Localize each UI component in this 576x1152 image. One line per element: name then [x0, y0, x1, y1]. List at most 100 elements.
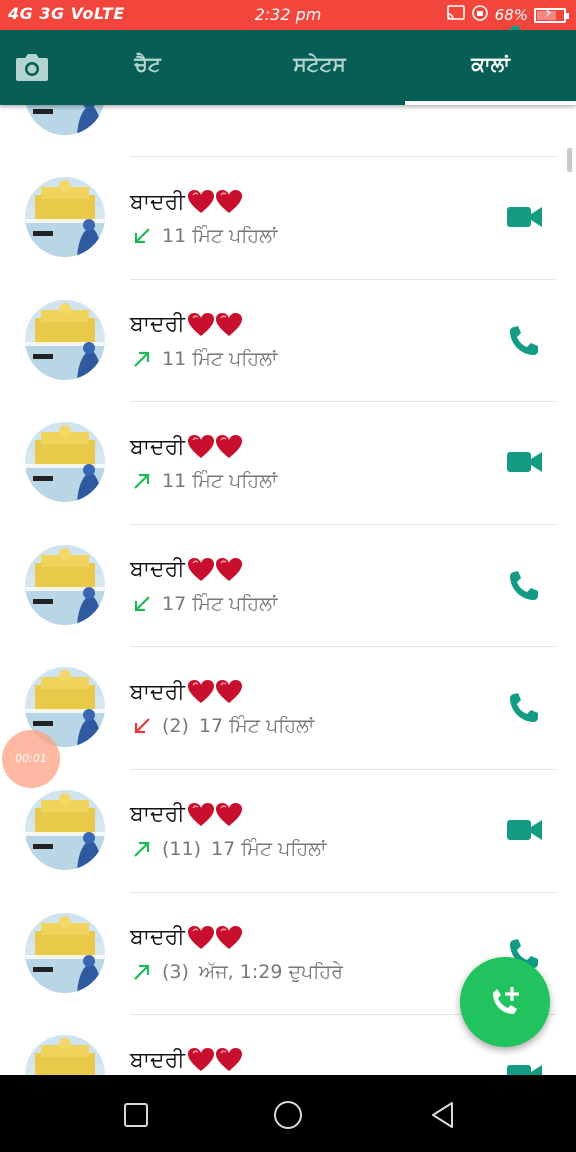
- contact-name-text: ਬਾਦਰੀ: [130, 434, 185, 460]
- call-meta: 11 ਮਿੰਟ ਪਹਿਲਾਂ: [132, 470, 277, 492]
- screen-recorder-bubble[interactable]: 00:01: [2, 730, 60, 788]
- call-time: 11 ਮਿੰਟ ਪਹਿਲਾਂ: [162, 347, 278, 370]
- call-meta: (11) 17 ਮਿੰਟ ਪਹਿਲਾਂ: [132, 838, 326, 860]
- tab-chats[interactable]: ਚੈਟ: [60, 52, 235, 82]
- call-meta: 17 ਮਿੰਟ ਪਹਿਲਾਂ: [132, 593, 277, 615]
- data-saver-icon: [471, 4, 489, 26]
- contact-name: ਬਾਦਰੀ: [130, 312, 243, 338]
- outgoing-call-arrow-icon: [132, 471, 152, 491]
- incoming-call-arrow-icon: [132, 226, 152, 246]
- avatar[interactable]: [25, 177, 105, 257]
- heart-icon: [215, 189, 243, 215]
- call-row[interactable]: ਬਾਦਰੀ (11) 17 ਮਿੰਟ ਪਹਿਲਾਂ: [0, 770, 576, 893]
- home-icon[interactable]: [270, 1097, 306, 1133]
- new-call-button[interactable]: [460, 957, 550, 1047]
- tab-calls[interactable]: ਕਾਲਾਂ: [405, 52, 576, 82]
- contact-name-text: ਬਾਦਰੀ: [130, 189, 185, 215]
- tab-indicator: [405, 101, 576, 105]
- back-icon[interactable]: [425, 1097, 461, 1133]
- heart-icon: [187, 557, 215, 583]
- heart-icon: [215, 557, 243, 583]
- videocam-icon[interactable]: [506, 814, 544, 846]
- hearts-emoji: [187, 434, 243, 460]
- tab-status[interactable]: ਸਟੇਟਸ: [232, 52, 407, 82]
- heart-icon: [215, 802, 243, 828]
- heart-icon: [187, 434, 215, 460]
- call-time: 11 ਮਿੰਟ ਪਹਿਲਾਂ: [162, 225, 278, 247]
- heart-icon: [187, 679, 215, 705]
- call-count: (2): [162, 715, 189, 738]
- contact-name: ਬਾਦਰੀ: [130, 1047, 243, 1073]
- hearts-emoji: [187, 802, 243, 828]
- hearts-emoji: [187, 1047, 243, 1073]
- camera-icon[interactable]: [14, 50, 50, 84]
- avatar[interactable]: [25, 789, 105, 870]
- contact-name: ਬਾਦਰੀ: [130, 557, 243, 583]
- cast-icon: [446, 5, 465, 25]
- heart-icon: [187, 312, 215, 338]
- hearts-emoji: [187, 557, 243, 583]
- charging-icon: ⚡: [544, 5, 554, 21]
- avatar[interactable]: [25, 299, 105, 380]
- contact-name-text: ਬਾਦਰੀ: [130, 312, 185, 338]
- contact-name-text: ਬਾਦਰੀ: [130, 802, 185, 828]
- hearts-emoji: [187, 925, 243, 951]
- call-time: 17 ਮਿੰਟ ਪਹਿਲਾਂ: [162, 592, 278, 615]
- call-row[interactable]: ਬਾਦਰੀ (2) 17 ਮਿੰਟ ਪਹਿਲਾਂ: [0, 647, 576, 770]
- heart-icon: [215, 312, 243, 338]
- app-header: ਚੈਟ ਸਟੇਟਸ ਕਾਲਾਂ: [0, 30, 576, 105]
- heart-icon: [187, 1047, 215, 1073]
- heart-icon: [215, 925, 243, 951]
- missed-call-arrow-icon: [132, 716, 152, 736]
- heart-icon: [215, 1047, 243, 1073]
- call-count: (11): [162, 837, 202, 860]
- call-row[interactable]: ਬਾਦਰੀ 17 ਮਿੰਟ ਪਹਿਲਾਂ: [0, 525, 576, 648]
- battery-icon: ⚡: [534, 5, 569, 23]
- scrollbar[interactable]: [567, 148, 572, 172]
- navigation-bar: [0, 1075, 576, 1152]
- heart-icon: [215, 434, 243, 460]
- new-call-icon: [493, 987, 519, 1014]
- heart-icon: [187, 189, 215, 215]
- contact-name: ਬਾਦਰੀ: [130, 679, 243, 705]
- phone-icon[interactable]: [506, 569, 544, 601]
- phone-icon[interactable]: [506, 324, 544, 356]
- contact-name-text: ਬਾਦਰੀ: [130, 925, 185, 951]
- contact-name-text: ਬਾਦਰੀ: [130, 557, 185, 583]
- avatar[interactable]: [25, 544, 105, 625]
- call-meta: 11 ਮਿੰਟ ਪਹਿਲਾਂ: [132, 225, 277, 247]
- call-row[interactable]: ਬਾਦਰੀ 11 ਮਿੰਟ ਪਹਿਲਾਂ: [0, 157, 576, 280]
- call-count: (3): [162, 960, 189, 983]
- status-bar: 4G 3G VoLTE 2:32 pm 68% ⚡: [0, 0, 576, 30]
- outgoing-call-arrow-icon: [132, 839, 152, 859]
- avatar[interactable]: [25, 422, 105, 503]
- call-time: 11 ਮਿੰਟ ਪਹਿਲਾਂ: [162, 470, 278, 493]
- videocam-icon[interactable]: [506, 446, 544, 478]
- heart-icon: [187, 802, 215, 828]
- recent-apps-icon[interactable]: [118, 1097, 154, 1133]
- contact-name: ਬਾਦਰੀ: [130, 925, 243, 951]
- contact-name: ਬਾਦਰੀ: [130, 189, 243, 215]
- contact-name-text: ਬਾਦਰੀ: [130, 679, 185, 705]
- heart-icon: [187, 925, 215, 951]
- phone-icon[interactable]: [506, 691, 544, 723]
- contact-name: ਬਾਦਰੀ: [130, 802, 243, 828]
- call-meta: 11 ਮਿੰਟ ਪਹਿਲਾਂ: [132, 348, 277, 370]
- hearts-emoji: [187, 189, 243, 215]
- call-row[interactable]: ਬਾਦਰੀ 11 ਮਿੰਟ ਪਹਿਲਾਂ: [0, 402, 576, 525]
- contact-name: ਬਾਦਰੀ: [130, 434, 243, 460]
- call-meta: (3) ਅੱਜ, 1:29 ਦੁਪਹਿਰੇ: [132, 961, 343, 983]
- outgoing-call-arrow-icon: [132, 962, 152, 982]
- outgoing-call-arrow-icon: [132, 349, 152, 369]
- call-time: 17 ਮਿੰਟ ਪਹਿਲਾਂ: [211, 837, 327, 860]
- call-time: 17 ਮਿੰਟ ਪਹਿਲਾਂ: [198, 715, 315, 738]
- call-row[interactable]: ਬਾਦਰੀ 11 ਮਿੰਟ ਪਹਿਲਾਂ: [0, 280, 576, 403]
- videocam-icon[interactable]: [506, 201, 544, 233]
- avatar[interactable]: [25, 912, 105, 993]
- incoming-call-arrow-icon: [132, 594, 152, 614]
- call-meta: (2) 17 ਮਿੰਟ ਪਹਿਲਾਂ: [132, 715, 314, 737]
- hearts-emoji: [187, 312, 243, 338]
- heart-icon: [215, 679, 243, 705]
- call-time: ਅੱਜ, 1:29 ਦੁਪਹਿਰੇ: [198, 960, 343, 983]
- battery-percent: 68%: [494, 6, 528, 24]
